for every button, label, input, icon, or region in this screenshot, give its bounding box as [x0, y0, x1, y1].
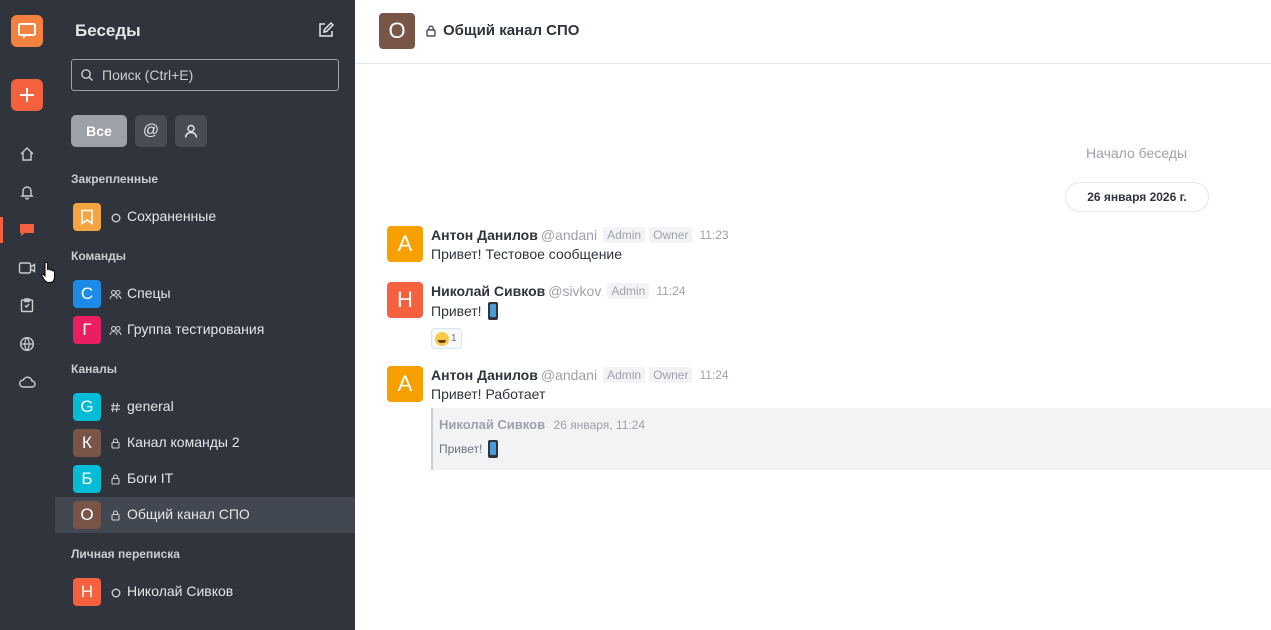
avatar: G — [73, 393, 101, 421]
avatar[interactable]: А — [387, 226, 423, 262]
sidebar-item-gods-it[interactable]: Б Боги IT — [55, 461, 355, 497]
sidebar-item-nikolay[interactable]: Н Николай Сивков — [55, 574, 355, 610]
lock-icon — [109, 509, 122, 522]
avatar: Б — [73, 465, 101, 493]
avatar: О — [73, 501, 101, 529]
mobile-phone-emoji-icon — [487, 302, 498, 320]
status-offline-icon — [109, 211, 122, 224]
avatar: Н — [73, 578, 101, 606]
sidebar-item-label: Спецы — [127, 285, 171, 301]
role-badge: Admin — [603, 227, 646, 243]
message-text: Привет! Тестовое сообщение — [431, 246, 623, 262]
sidebar-item-label: Сохраненные — [127, 208, 217, 224]
message-author[interactable]: Антон Данилов — [431, 227, 538, 243]
sidebar-item-label: Канал команды 2 — [127, 434, 240, 450]
message-username: @andani — [540, 367, 598, 383]
video-icon[interactable] — [14, 255, 40, 281]
message-username: @andani — [540, 227, 598, 243]
quoted-message[interactable]: Николай Сивков 26 января, 11:24 Привет! — [431, 408, 1271, 470]
role-badge: Owner — [649, 367, 693, 383]
message-text: Привет! — [431, 303, 482, 319]
role-badge: Owner — [649, 227, 693, 243]
date-divider: 26 января 2026 г. — [1065, 182, 1209, 212]
message-username: @sivkov — [548, 283, 602, 299]
filter-mentions-button[interactable]: @ — [135, 115, 167, 147]
reaction-count: 1 — [451, 333, 457, 344]
sidebar-item-testing-group[interactable]: Г Группа тестирования — [55, 312, 355, 348]
quote-text: Привет! — [439, 442, 483, 456]
sidebar-item-saved[interactable]: Сохраненные — [55, 199, 355, 235]
sidebar-item-spo-channel[interactable]: О Общий канал СПО — [55, 497, 355, 533]
compose-icon[interactable] — [317, 21, 335, 39]
sidebar-title: Беседы — [75, 21, 141, 40]
reaction-button[interactable]: 1 — [431, 328, 462, 349]
globe-icon[interactable] — [14, 331, 40, 357]
create-new-icon[interactable] — [11, 79, 43, 111]
section-pinned: Закрепленные — [71, 172, 159, 186]
role-badge: Admin — [607, 283, 650, 299]
search-icon — [80, 68, 94, 87]
chat-icon[interactable] — [14, 217, 40, 243]
team-icon — [109, 324, 122, 337]
bell-icon[interactable] — [14, 179, 40, 205]
bookmark-icon — [73, 203, 101, 231]
search-placeholder: Поиск (Ctrl+E) — [102, 67, 194, 83]
message-author[interactable]: Антон Данилов — [431, 367, 538, 383]
avatar[interactable]: А — [387, 366, 423, 402]
quote-time: 26 января, 11:24 — [553, 418, 646, 432]
sidebar-item-label: Общий канал СПО — [127, 506, 250, 522]
section-direct: Личная переписка — [71, 547, 180, 561]
clipboard-icon[interactable] — [14, 292, 40, 318]
sidebar-item-label: Группа тестирования — [127, 321, 265, 337]
message-time: 11:23 — [699, 228, 729, 242]
cloud-icon[interactable] — [14, 369, 40, 395]
sidebar-item-general[interactable]: G general — [55, 389, 355, 425]
message-text: Привет! Работает — [431, 386, 546, 402]
app-rail — [0, 0, 55, 630]
section-teams: Команды — [71, 249, 127, 263]
search-input[interactable]: Поиск (Ctrl+E) — [71, 59, 339, 91]
quote-body: Привет! — [439, 440, 499, 458]
chat-main: О Общий канал СПО Начало беседы 26 январ… — [355, 0, 1271, 630]
room-title[interactable]: Общий канал СПО — [443, 22, 579, 39]
avatar: С — [73, 280, 101, 308]
grinning-face-emoji-icon — [435, 331, 449, 346]
message-time: 11:24 — [699, 368, 729, 382]
room-header: О Общий канал СПО — [355, 0, 1271, 64]
at-sign-icon: @ — [142, 122, 160, 139]
sidebar-item-label: Николай Сивков — [127, 583, 234, 599]
hash-icon — [109, 401, 122, 414]
sidebar-item-specs[interactable]: С Спецы — [55, 276, 355, 312]
lock-icon — [109, 437, 122, 450]
room-avatar[interactable]: О — [379, 13, 415, 49]
message-body: Привет! — [431, 302, 498, 320]
home-icon[interactable] — [14, 141, 40, 167]
lock-icon — [426, 24, 436, 42]
conversations-sidebar: Беседы Поиск (Ctrl+E) Все @ Закрепленные… — [55, 0, 355, 630]
app-logo-icon[interactable] — [11, 15, 43, 47]
role-badge: Admin — [603, 367, 646, 383]
sidebar-item-label: general — [127, 398, 174, 414]
message-author[interactable]: Николай Сивков — [431, 283, 545, 299]
filter-all-button[interactable]: Все — [71, 115, 127, 147]
message-time: 11:24 — [656, 284, 686, 298]
mouse-pointer-icon — [41, 261, 55, 289]
active-indicator — [0, 217, 3, 243]
mobile-phone-emoji-icon — [488, 440, 499, 458]
status-offline-icon — [109, 586, 122, 599]
lock-icon — [109, 473, 122, 486]
section-channels: Каналы — [71, 362, 117, 376]
sidebar-item-label: Боги IT — [127, 470, 174, 486]
user-icon — [184, 124, 198, 138]
avatar[interactable]: Н — [387, 282, 423, 318]
conversation-start-label: Начало беседы — [1086, 145, 1188, 161]
avatar: Г — [73, 316, 101, 344]
sidebar-item-team-channel-2[interactable]: К Канал команды 2 — [55, 425, 355, 461]
filter-direct-button[interactable] — [175, 115, 207, 147]
avatar: К — [73, 429, 101, 457]
quote-author[interactable]: Николай Сивков — [439, 417, 545, 432]
team-icon — [109, 288, 122, 301]
